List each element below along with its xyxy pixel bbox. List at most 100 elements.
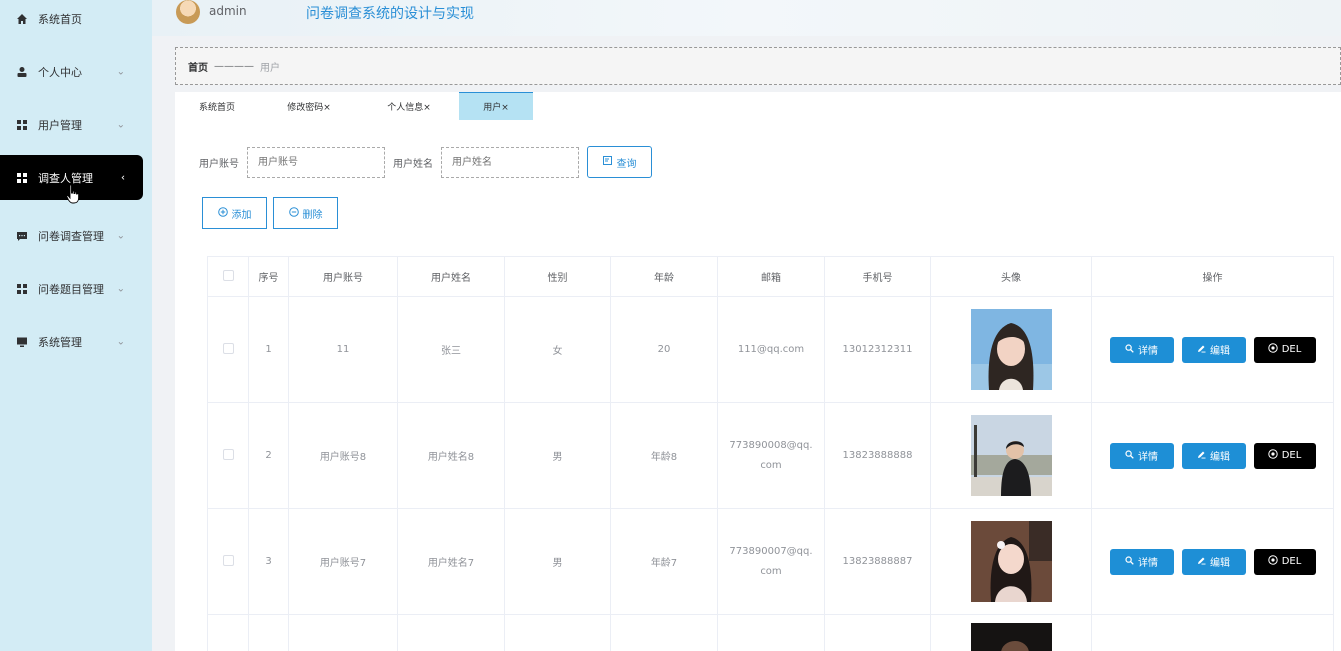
row-email: 111@qq.com	[717, 296, 825, 403]
sidebar-item-user-mgmt[interactable]: 用户管理 ⌄	[0, 102, 143, 147]
tab-user[interactable]: 用户×	[459, 92, 533, 120]
tab-bar: 系统首页 修改密码× 个人信息× 用户×	[175, 92, 533, 120]
column-header: 年龄	[610, 256, 718, 297]
chat-icon	[16, 230, 28, 242]
system-title: 问卷调查系统的设计与实现	[306, 6, 474, 22]
table-header-row: 序号 用户账号 用户姓名 性别 年龄 邮箱 手机号 头像 操作	[207, 256, 1334, 297]
sidebar-item-label: 系统管理	[38, 335, 82, 349]
del-button[interactable]: DEL	[1253, 442, 1316, 469]
row-email: 773890007@qq. com	[717, 508, 825, 615]
row-gender: 男	[504, 508, 611, 615]
add-button-label: 添加	[231, 209, 252, 221]
sidebar-item-survey-mgmt[interactable]: 问卷调查管理 ⌄	[0, 213, 143, 258]
detail-button[interactable]: 详情	[1109, 336, 1174, 363]
table-row: 3 用户账号7 用户姓名7 男 年龄7 773890007@qq. com 138…	[207, 508, 1334, 615]
admin-username[interactable]: admin	[209, 4, 247, 18]
sidebar-item-home[interactable]: 系统首页	[0, 0, 143, 41]
delete-circle-icon	[1268, 449, 1278, 462]
column-header: 用户姓名	[397, 256, 505, 297]
sidebar: 系统首页 个人中心 ⌄ 用户管理 ⌄ 调查人管理 ‹ 问卷调查管理 ⌄ 问卷题目…	[0, 0, 152, 651]
search-doc-icon	[602, 155, 613, 169]
row-account: 用户账号7	[288, 508, 398, 615]
tab-personal-info[interactable]: 个人信息×	[359, 92, 459, 120]
tab-home[interactable]: 系统首页	[175, 92, 259, 120]
row-email: 773890008@qq. com	[717, 402, 825, 509]
delete-button-label: 删除	[302, 209, 323, 221]
table-row	[207, 614, 1334, 651]
top-header: admin 问卷调查系统的设计与实现	[152, 0, 1341, 36]
row-name: 用户姓名8	[397, 402, 505, 509]
row-phone: 13823888888	[824, 402, 931, 509]
select-all-cell[interactable]	[207, 256, 249, 297]
pencil-icon	[1197, 450, 1206, 462]
delete-button[interactable]: 删除	[273, 197, 338, 229]
sidebar-item-label: 用户管理	[38, 118, 82, 132]
column-header: 邮箱	[717, 256, 825, 297]
avatar-photo[interactable]	[970, 521, 1052, 602]
tab-change-password[interactable]: 修改密码×	[259, 92, 359, 120]
grid-icon	[16, 119, 28, 131]
hand-cursor-icon	[66, 184, 80, 204]
column-header: 序号	[248, 256, 289, 297]
column-header: 手机号	[824, 256, 931, 297]
edit-button[interactable]: 编辑	[1181, 336, 1246, 363]
grid-icon	[16, 283, 28, 295]
table-row: 2 用户账号8 用户姓名8 男 年龄8 773890008@qq. com 138…	[207, 402, 1334, 509]
person-icon	[16, 66, 28, 78]
row-checkbox[interactable]	[222, 448, 234, 460]
main-panel: 系统首页 修改密码× 个人信息× 用户× 用户账号 用户姓名 查询 添加 删除	[175, 92, 1341, 651]
row-name: 张三	[397, 296, 505, 403]
row-name: 用户姓名7	[397, 508, 505, 615]
column-header: 性别	[504, 256, 611, 297]
chevron-down-icon: ⌄	[116, 119, 125, 130]
chevron-down-icon: ⌄	[116, 283, 125, 294]
del-button[interactable]: DEL	[1253, 548, 1316, 575]
avatar-photo[interactable]	[970, 623, 1052, 651]
avatar-photo[interactable]	[970, 415, 1052, 496]
sidebar-item-personal[interactable]: 个人中心 ⌄	[0, 49, 143, 94]
add-button[interactable]: 添加	[202, 197, 267, 229]
search-icon	[1125, 449, 1134, 462]
row-gender: 男	[504, 402, 611, 509]
user-table: 序号 用户账号 用户姓名 性别 年龄 邮箱 手机号 头像 操作 1 11 张三 …	[207, 256, 1334, 651]
breadcrumb-current: 用户	[260, 62, 280, 74]
chevron-left-icon: ‹	[121, 172, 125, 183]
row-checkbox[interactable]	[222, 342, 234, 354]
grid-icon	[16, 172, 28, 184]
sidebar-item-question-mgmt[interactable]: 问卷题目管理 ⌄	[0, 266, 143, 311]
query-button[interactable]: 查询	[587, 146, 652, 178]
pencil-icon	[1197, 556, 1206, 568]
row-checkbox[interactable]	[222, 554, 234, 566]
name-search-input[interactable]	[441, 146, 579, 178]
row-gender: 女	[504, 296, 611, 403]
breadcrumb-home[interactable]: 首页	[188, 59, 208, 74]
detail-button[interactable]: 详情	[1109, 548, 1174, 575]
account-search-input[interactable]	[247, 146, 385, 178]
avatar-photo[interactable]	[970, 309, 1052, 390]
del-button[interactable]: DEL	[1253, 336, 1316, 363]
row-age: 年龄8	[610, 402, 718, 509]
select-all-checkbox[interactable]	[222, 269, 234, 281]
column-header: 操作	[1091, 256, 1334, 297]
search-bar: 用户账号 用户姓名 查询	[199, 146, 652, 178]
column-header: 用户账号	[288, 256, 398, 297]
search-icon	[1125, 343, 1134, 356]
search-icon	[1125, 555, 1134, 568]
row-phone: 13823888887	[824, 508, 931, 615]
row-avatar-cell	[930, 296, 1092, 403]
row-age: 年龄7	[610, 508, 718, 615]
pencil-icon	[1197, 344, 1206, 356]
row-account: 11	[288, 296, 398, 403]
detail-button[interactable]: 详情	[1109, 442, 1174, 469]
row-index: 2	[248, 402, 289, 509]
query-button-label: 查询	[616, 158, 637, 170]
plus-circle-icon	[217, 206, 228, 220]
admin-avatar[interactable]	[176, 0, 200, 24]
sidebar-item-label: 系统首页	[38, 12, 82, 26]
edit-button[interactable]: 编辑	[1181, 548, 1246, 575]
edit-button[interactable]: 编辑	[1181, 442, 1246, 469]
sidebar-item-system-mgmt[interactable]: 系统管理 ⌄	[0, 319, 143, 364]
monitor-icon	[16, 336, 28, 348]
account-label: 用户账号	[199, 158, 239, 170]
row-phone: 13012312311	[824, 296, 931, 403]
